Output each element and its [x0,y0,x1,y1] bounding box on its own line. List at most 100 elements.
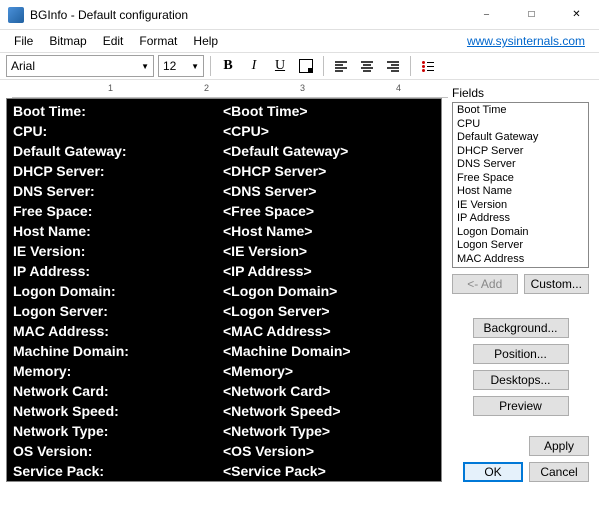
field-label: Logon Domain: [13,281,223,301]
ruler-mark: 1 [108,83,113,93]
field-label: Memory: [13,361,223,381]
font-family-combo[interactable]: Arial ▼ [6,55,154,77]
field-value: <DHCP Server> [223,161,326,181]
field-label: Network Speed: [13,401,223,421]
fields-list-item[interactable]: IP Address [454,212,587,226]
menu-edit[interactable]: Edit [95,32,132,50]
bold-button[interactable]: B [217,55,239,77]
close-button[interactable]: ✕ [554,0,599,29]
field-value: <Logon Domain> [223,281,337,301]
fields-list-item[interactable]: Host Name [454,185,587,199]
editor-row: DHCP Server:<DHCP Server> [13,161,435,181]
editor-row: MAC Address:<MAC Address> [13,321,435,341]
add-button[interactable]: <- Add [452,274,518,294]
fields-list-item[interactable]: Default Gateway [454,131,587,145]
bullets-button[interactable] [417,55,439,77]
align-right-button[interactable] [382,55,404,77]
field-label: Network Card: [13,381,223,401]
preview-button[interactable]: Preview [473,396,569,416]
apply-button[interactable]: Apply [529,436,589,456]
menu-bitmap[interactable]: Bitmap [41,32,94,50]
fields-list-item[interactable]: DNS Server [454,158,587,172]
editor-area[interactable]: Boot Time:<Boot Time>CPU:<CPU>Default Ga… [6,98,442,482]
field-value: <Free Space> [223,201,314,221]
maximize-button[interactable]: □ [509,0,554,29]
editor-row: Snapshot Time:<Snapshot Time> [13,481,435,482]
field-label: DHCP Server: [13,161,223,181]
minimize-button[interactable]: – [464,0,509,29]
app-icon [8,7,24,23]
font-size-combo[interactable]: 12 ▼ [158,55,204,77]
ruler[interactable]: 1 2 3 4 [12,80,448,98]
fields-listbox[interactable]: Boot TimeCPUDefault GatewayDHCP ServerDN… [452,102,589,268]
color-button[interactable] [295,55,317,77]
align-center-button[interactable] [356,55,378,77]
chevron-down-icon: ▼ [191,62,199,71]
fields-list-item[interactable]: IE Version [454,199,587,213]
italic-button[interactable]: I [243,55,265,77]
font-size-value: 12 [163,59,176,73]
field-value: <Network Card> [223,381,330,401]
fields-list-item[interactable]: Logon Domain [454,226,587,240]
fields-list-item[interactable]: Logon Server [454,239,587,253]
fields-list-item[interactable]: MAC Address [454,253,587,267]
field-value: <Network Speed> [223,401,341,421]
editor-row: IP Address:<IP Address> [13,261,435,281]
field-label: MAC Address: [13,321,223,341]
ruler-mark: 3 [300,83,305,93]
separator [410,56,411,76]
fields-list-item[interactable]: Free Space [454,172,587,186]
separator [323,56,324,76]
align-right-icon [387,60,399,72]
align-left-button[interactable] [330,55,352,77]
chevron-down-icon: ▼ [141,62,149,71]
editor-row: Free Space:<Free Space> [13,201,435,221]
field-value: <IE Version> [223,241,307,261]
editor-row: DNS Server:<DNS Server> [13,181,435,201]
custom-button[interactable]: Custom... [524,274,590,294]
field-value: <Host Name> [223,221,312,241]
underline-button[interactable]: U [269,55,291,77]
format-toolbar: Arial ▼ 12 ▼ B I U [0,52,599,80]
sysinternals-link[interactable]: www.sysinternals.com [467,34,593,48]
font-family-value: Arial [11,59,35,73]
editor-row: Default Gateway:<Default Gateway> [13,141,435,161]
editor-row: Host Name:<Host Name> [13,221,435,241]
field-label: Network Type: [13,421,223,441]
fields-list-item[interactable]: DHCP Server [454,145,587,159]
editor-row: IE Version:<IE Version> [13,241,435,261]
menu-file[interactable]: File [6,32,41,50]
editor-row: OS Version:<OS Version> [13,441,435,461]
align-left-icon [335,60,347,72]
desktops-button[interactable]: Desktops... [473,370,569,390]
editor-row: Service Pack:<Service Pack> [13,461,435,481]
field-label: IE Version: [13,241,223,261]
ruler-mark: 2 [204,83,209,93]
editor-row: Machine Domain:<Machine Domain> [13,341,435,361]
field-label: Snapshot Time: [13,481,223,482]
field-value: <IP Address> [223,261,312,281]
field-value: <Machine Domain> [223,341,351,361]
align-center-icon [361,60,373,72]
field-value: <Boot Time> [223,101,308,121]
field-value: <Default Gateway> [223,141,348,161]
background-button[interactable]: Background... [473,318,569,338]
fields-list-item[interactable]: CPU [454,118,587,132]
editor-row: CPU:<CPU> [13,121,435,141]
fields-list-item[interactable]: Boot Time [454,104,587,118]
color-swatch-icon [299,59,313,73]
menu-help[interactable]: Help [185,32,226,50]
ok-button[interactable]: OK [463,462,523,482]
field-value: <OS Version> [223,441,314,461]
field-label: Logon Server: [13,301,223,321]
field-label: DNS Server: [13,181,223,201]
editor-row: Network Type:<Network Type> [13,421,435,441]
field-value: <Snapshot Time> [223,481,339,482]
menu-format[interactable]: Format [131,32,185,50]
field-label: CPU: [13,121,223,141]
field-label: Boot Time: [13,101,223,121]
editor-row: Logon Server:<Logon Server> [13,301,435,321]
bullets-icon [422,60,434,72]
cancel-button[interactable]: Cancel [529,462,589,482]
position-button[interactable]: Position... [473,344,569,364]
